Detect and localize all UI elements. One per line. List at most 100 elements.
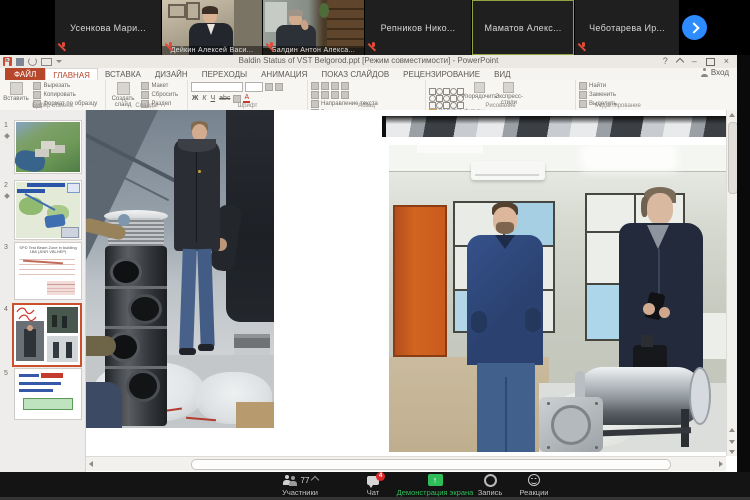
slide-thumbnail-3[interactable]: SPD Test Beam Zone in building 1B8 (JINR… [14,242,82,300]
slide-photo-metal-equipment-strip[interactable] [382,116,727,137]
arrange-button[interactable]: Упорядочить [467,82,491,100]
line-spacing-icon[interactable] [341,91,349,99]
tab-animations[interactable]: АНИМАЦИЯ [254,68,314,80]
share-screen-label: Демонстрация экрана [392,488,478,497]
slide-number: 4 [4,306,8,313]
align-center-icon[interactable] [321,91,329,99]
participant-tile-chebotareva[interactable]: Чеботарева Ир... [575,0,679,55]
tab-review[interactable]: РЕЦЕНЗИРОВАНИЕ [396,68,487,80]
participants-menu-caret[interactable] [311,476,319,484]
tab-design[interactable]: ДИЗАЙН [148,68,195,80]
man-jacket [174,139,220,251]
chat-label: Чат [353,488,393,497]
italic-button[interactable]: К [201,95,207,102]
shadow-overlay [382,116,727,124]
character-spacing-icon[interactable] [233,95,241,103]
window-controls[interactable]: ? – × [663,56,729,67]
slide-thumbnail-4-selected[interactable] [12,303,82,367]
group-label: Рисование [426,103,575,109]
tab-view[interactable]: ВИД [487,68,518,80]
figure [24,329,36,357]
participant-tile-repnikov[interactable]: Репников Нико... [365,0,471,55]
participant-tile-mamatov-active-speaker[interactable]: Маматов Алекс... [472,0,574,55]
align-right-icon[interactable] [331,91,339,99]
vertical-scrollbar[interactable] [726,110,737,456]
scroll-right-arrow[interactable] [719,461,723,467]
grow-font-icon[interactable] [265,83,273,91]
underline-button[interactable]: Ч [209,95,216,102]
participants-button[interactable]: 77 Участники [266,474,334,497]
group-label: Шрифт [188,103,307,109]
cut-button[interactable]: Вырезать [33,82,97,90]
slide-photo-chamber-stack[interactable] [86,110,274,428]
tab-home[interactable]: ГЛАВНАЯ [45,68,98,80]
record-button[interactable]: Запись [470,474,510,497]
reactions-button[interactable]: Реакции [511,474,557,497]
slide-thumbnail-1[interactable] [14,120,82,174]
scroll-left-arrow[interactable] [89,461,93,467]
copy-button[interactable]: Копировать [33,91,97,99]
restore-button[interactable] [706,58,715,66]
slide-thumbnail-2[interactable] [14,180,82,240]
minimize-button[interactable]: – [692,56,697,67]
font-name-box[interactable] [191,82,243,92]
bold-button[interactable]: Ж [191,95,199,102]
indent-decrease-icon[interactable] [331,82,339,90]
participant-name: Балдин Антон Алекса... [263,46,364,55]
horizontal-scrollbar[interactable] [86,456,726,471]
replace-button[interactable]: Заменить [579,91,617,99]
previous-slide-arrow[interactable] [729,428,735,432]
shared-screen-powerpoint-window: P Baldin Status of VST Belgorod.ppt [Реж… [0,55,737,472]
tab-file[interactable]: ФАЙЛ [5,68,45,80]
tab-insert[interactable]: ВСТАВКА [98,68,148,80]
find-button[interactable]: Найти [579,82,617,90]
indent-increase-icon[interactable] [341,82,349,90]
man2-hand [643,303,655,315]
font-size-box[interactable] [245,82,263,92]
vertical-scroll-thumb[interactable] [728,122,737,194]
slide-number: 3 [4,244,8,251]
tab-slideshow[interactable]: ПОКАЗ СЛАЙДОВ [314,68,396,80]
powerpoint-title-bar[interactable]: P Baldin Status of VST Belgorod.ppt [Реж… [0,55,737,68]
shrink-font-icon[interactable] [275,83,283,91]
participant-name: Чеботарева Ир... [589,23,665,33]
paste-button[interactable]: Вставить [3,82,29,102]
man1-hand-pocket [471,311,487,333]
sign-in-button[interactable]: Вход [701,68,729,77]
clamp-ring [105,326,167,329]
bullets-icon[interactable] [311,82,319,90]
reactions-smiley-icon [528,474,540,486]
strikethrough-button[interactable]: abc [218,95,231,102]
map-inset [61,227,79,238]
numbering-icon[interactable] [321,82,329,90]
jacket-zipper [196,152,197,242]
text-highlight-red [41,373,63,378]
help-button[interactable]: ? [663,56,668,67]
reset-button[interactable]: Сбросить [141,91,178,99]
share-screen-button[interactable]: ↑ Демонстрация экрана [392,474,478,497]
chat-button[interactable]: 4 Чат [353,474,393,497]
close-button[interactable]: × [724,56,729,67]
participant-tile-usenkova[interactable]: Усенкова Мари... [55,0,161,55]
scroll-up-arrow[interactable] [729,113,735,117]
copy-icon [33,91,41,99]
muted-mic-icon [59,42,68,51]
slide-photo-two-men-lab[interactable] [389,145,727,452]
participant-tile-baldin[interactable]: Балдин Антон Алекса... [263,0,364,55]
scroll-down-arrow[interactable] [729,450,735,454]
font-color-button[interactable]: А [243,94,250,103]
window-title: Baldin Status of VST Belgorod.ppt [Режим… [0,56,737,65]
participants-icon [282,475,298,486]
participant-tile-deykin[interactable]: Дейкин Алексей Васи... [162,0,262,55]
map-legend-box [67,183,80,193]
slide-thumbnail-panel[interactable]: 1 2 [0,110,86,472]
horizontal-scroll-thumb[interactable] [191,459,671,470]
tab-transitions[interactable]: ПЕРЕХОДЫ [195,68,254,80]
ribbon-display-options-icon[interactable] [675,57,683,65]
layout-button[interactable]: Макет [141,82,178,90]
next-participants-button[interactable] [682,15,707,40]
slide-thumbnail-5[interactable] [14,368,82,420]
record-icon [484,474,497,487]
next-slide-arrow[interactable] [729,440,735,444]
align-left-icon[interactable] [311,91,319,99]
